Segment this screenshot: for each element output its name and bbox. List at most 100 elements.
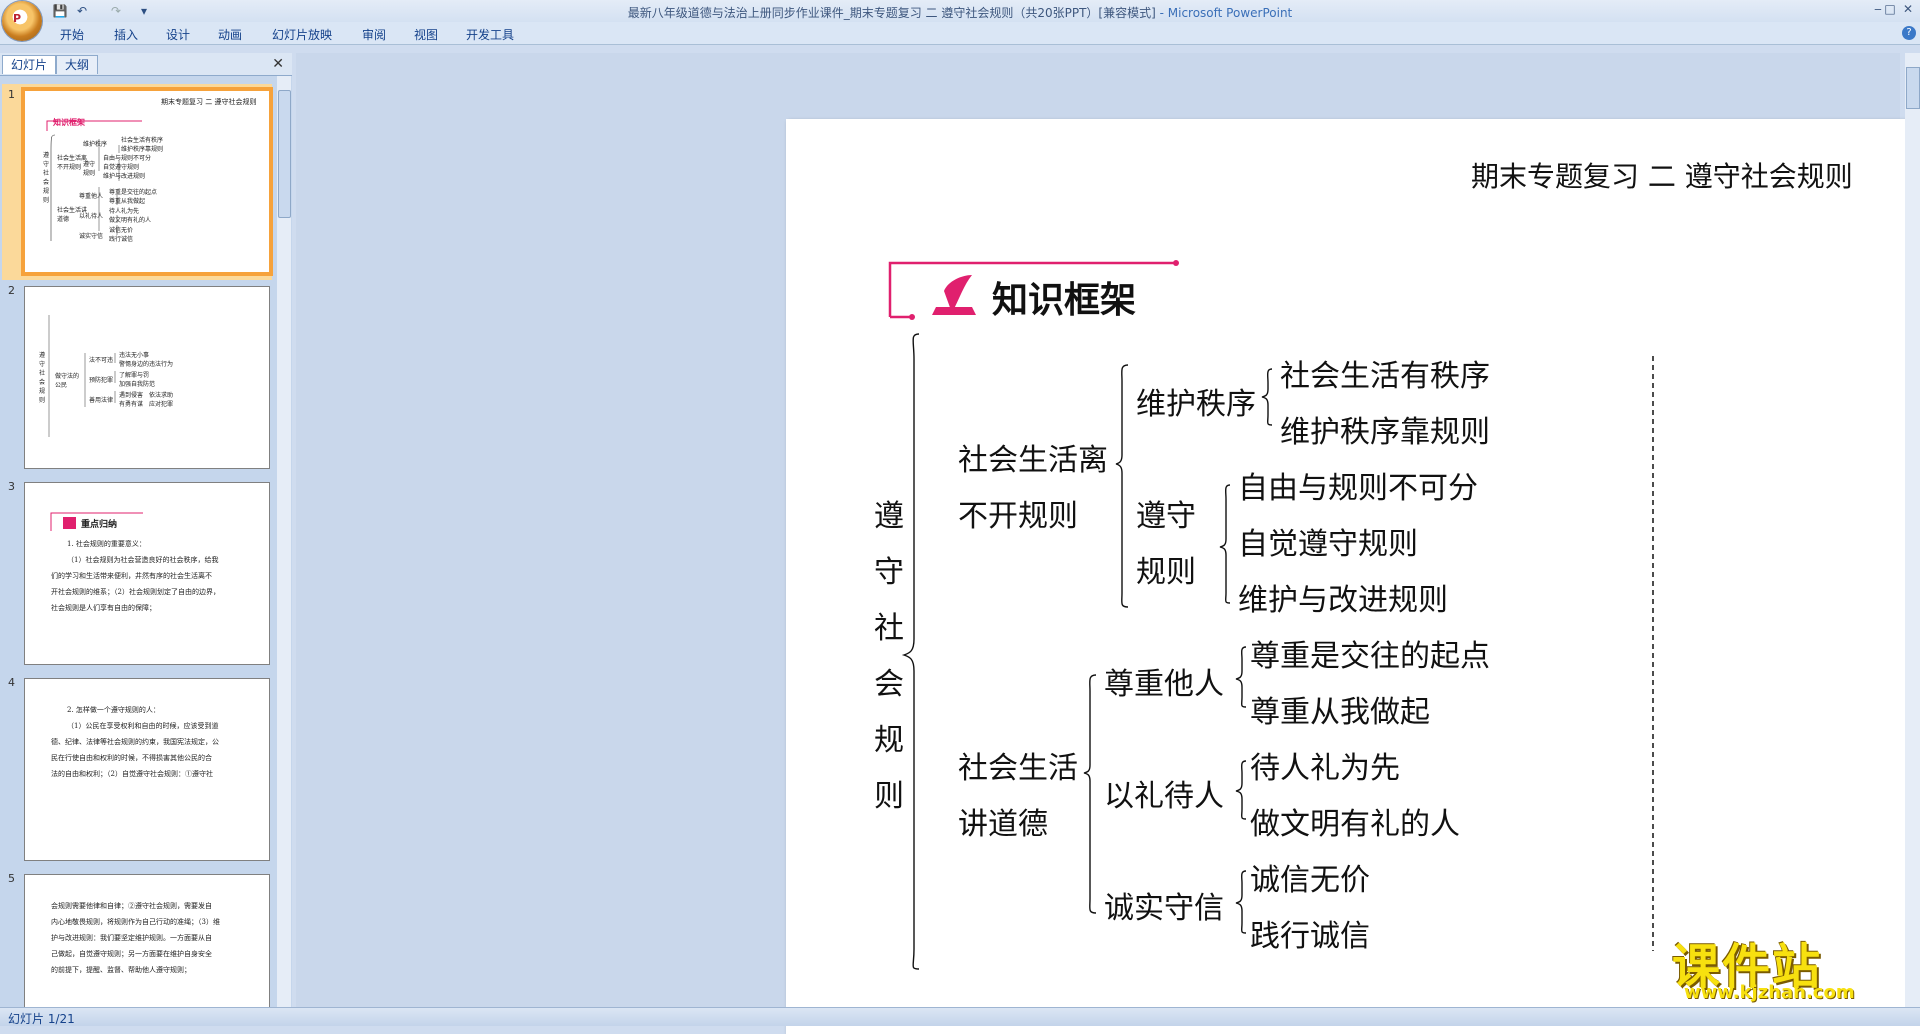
leaf: 维护秩序靠规则 (1280, 415, 1490, 450)
tab-developer[interactable]: 开发工具 (466, 26, 514, 43)
thumb-branch: 做守法的公民 (55, 373, 80, 389)
thumb-leaf: 自由与规则不可分 (103, 155, 152, 162)
leaf: 践行诚信 (1250, 919, 1370, 954)
ribbon-tabs: 开始 插入 设计 动画 幻灯片放映 审阅 视图 开发工具 ? (0, 22, 1920, 45)
thumb-leaf: 加强自我防范 (119, 381, 156, 388)
leaf: 社会生活有秩序 (1280, 359, 1490, 394)
office-button[interactable]: P (2, 1, 42, 41)
thumb-leaf: 践行诚信 (109, 236, 134, 243)
root-char: 遵 (874, 499, 904, 534)
slide-number: 2 (8, 284, 15, 297)
slide-thumbnail-1[interactable]: 期末专题复习 二 遵守社会规则 知识框架 遵守社会规则 社会生活离不开规则 维护… (24, 90, 270, 273)
slides-pane: 幻灯片 大纲 ✕ 1 期末专题复习 二 遵守社会规则 知识框架 遵守社会规则 社… (0, 53, 292, 1007)
close-icon[interactable]: ✕ (272, 56, 284, 72)
tab-view[interactable]: 视图 (414, 26, 438, 43)
thumb-leaf: 违法无小事 (119, 352, 150, 359)
thumb-line: 民在行使自由和权利的时候，不得损害其他公民的合 (51, 754, 212, 762)
leaf: 待人礼为先 (1250, 751, 1400, 786)
thumb-line: 1. 社会规则的重要意义： (67, 540, 146, 548)
root-char: 则 (874, 779, 904, 814)
thumb-leaf: 警惕身边的违法行为 (119, 361, 174, 368)
thumb-line: 会规则需要他律和自律；②遵守社会规则，需要发自 (51, 902, 212, 910)
thumb-b1a: 维护秩序 (83, 141, 108, 148)
tab-design[interactable]: 设计 (166, 26, 190, 43)
thumb-line: 德、纪律、法律等社会规则的约束，我国宪法规定，公 (51, 738, 219, 746)
root-char: 会 (874, 667, 904, 702)
tab-home[interactable]: 开始 (60, 26, 84, 43)
slide-thumbnail-2[interactable]: 遵守社会规则 做守法的公民 法不可违 违法无小事 警惕身边的违法行为 预防犯罪 … (24, 286, 270, 469)
thumb-section: 重点归纳 (81, 520, 118, 530)
thumb-leaf: 维护与改进规则 (103, 173, 146, 180)
status-bar: 幻灯片 1/21 (0, 1007, 1920, 1026)
branch1-label: 不开规则 (958, 499, 1078, 534)
branch2-sub3: 诚实守信 (1104, 891, 1224, 926)
watermark-logo: 课件站 www.kjzhan.com (1672, 927, 1904, 1005)
scrollbar-thumb[interactable] (278, 90, 291, 218)
leaf: 尊重从我做起 (1250, 695, 1430, 730)
editor-scrollbar[interactable] (1905, 53, 1920, 1007)
thumb-leaf: 了解罪与罚 (119, 372, 150, 379)
current-slide[interactable]: 期末专题复习 二 遵守社会规则 知识框架 遵 守 社 会 规 则 社会生活离 不… (786, 119, 1920, 1034)
thumbnail-scrollbar[interactable] (277, 76, 291, 1007)
close-button[interactable]: ✕ (1898, 2, 1918, 18)
slide-indicator: 幻灯片 1/21 (8, 1012, 75, 1026)
slide-thumbnail-5[interactable]: 会规则需要他律和自律；②遵守社会规则，需要发自 内心地敬畏规则，将规则作为自己行… (24, 874, 270, 1007)
thumb-leaf: 维护秩序靠规则 (121, 146, 164, 153)
scrollbar-thumb[interactable] (1906, 67, 1920, 109)
tab-slideshow[interactable]: 幻灯片放映 (272, 26, 332, 43)
thumb-line: 护与改进规则：我们要坚定维护规则。一方面要从自 (51, 934, 212, 942)
branch1-sub2: 规则 (1136, 555, 1196, 590)
slide-thumbnail-4[interactable]: 2. 怎样做一个遵守规则的人： （1）公民在享受权利和自由的时候，应该受到道 德… (24, 678, 270, 861)
watermark-url: www.kjzhan.com (1684, 982, 1855, 1003)
thumb-sub: 法不可违 (89, 357, 114, 364)
slide-thumbnail-3[interactable]: 重点归纳 1. 社会规则的重要意义： （1）社会规则为社会营造良好的社会秩序，给… (24, 482, 270, 665)
thumb-line: 内心地敬畏规则，将规则作为自己行动的准绳；（3）维 (51, 918, 220, 926)
branch1-sub2: 遵守 (1136, 499, 1196, 534)
window-title: 最新八年级道德与法治上册同步作业课件_期末专题复习 二 遵守社会规则（共20张P… (627, 6, 1293, 20)
thumb-sub: 善用法律 (89, 397, 114, 404)
thumb-leaf: 做文明有礼的人 (109, 217, 152, 224)
maximize-button[interactable]: □ (1880, 2, 1900, 18)
thumb-line: 法的自由和权利；（2）自觉遵守社会规则：①遵守社 (51, 770, 213, 778)
tab-insert[interactable]: 插入 (114, 26, 138, 43)
thumb-leaf: 尊重是交往的起点 (109, 189, 158, 196)
tab-animations[interactable]: 动画 (218, 26, 242, 43)
thumb-line: 的前提下，提醒、监督、帮助他人遵守规则； (51, 966, 191, 974)
leaf: 维护与改进规则 (1238, 583, 1448, 618)
slide-number: 5 (8, 872, 15, 885)
leaf: 自由与规则不可分 (1238, 471, 1478, 506)
branch2-sub2: 以礼待人 (1104, 779, 1224, 814)
slide-number: 3 (8, 480, 15, 493)
thumb-line: （1）社会规则为社会营造良好的社会秩序，给我 (67, 556, 219, 564)
slide-header: 期末专题复习 二 遵守社会规则 (1471, 160, 1853, 193)
root-char: 守 (874, 555, 904, 590)
thumb-leaf: 尊重从我做起 (109, 198, 146, 205)
thumb-b2c: 诚实守信 (79, 233, 104, 240)
section-title: 知识框架 (992, 280, 1137, 321)
thumb-b2a: 尊重他人 (79, 193, 104, 200)
leaf: 尊重是交往的起点 (1250, 639, 1490, 674)
pane-tabs: 幻灯片 大纲 ✕ (0, 53, 292, 76)
thumb-line: 们的学习和生活带来便利，井然有序的社会生活离不 (51, 572, 212, 580)
root-char: 规 (874, 723, 904, 758)
tab-outline[interactable]: 大纲 (56, 55, 99, 74)
branch2-sub1: 尊重他人 (1104, 667, 1224, 702)
tab-slides[interactable]: 幻灯片 (2, 55, 57, 74)
slide-number: 1 (8, 88, 15, 101)
thumb-b2b: 以礼待人 (79, 213, 104, 220)
thumbnail-list: 1 期末专题复习 二 遵守社会规则 知识框架 遵守社会规则 社会生活离不开规则 … (0, 76, 274, 1007)
leaf: 做文明有礼的人 (1250, 807, 1460, 842)
thumb-section: 知识框架 (53, 117, 85, 127)
help-icon[interactable]: ? (1902, 26, 1916, 40)
thumb-leaf: 有勇有谋 应对犯罪 (119, 401, 174, 408)
root-char: 社 (874, 611, 904, 646)
branch1-sub1: 维护秩序 (1136, 387, 1256, 422)
tab-review[interactable]: 审阅 (362, 26, 386, 43)
thumb-leaf: 自觉遵守规则 (103, 164, 140, 171)
thumb-leaf: 诚信无价 (109, 227, 134, 234)
leaf: 诚信无价 (1250, 863, 1370, 898)
thumb-leaf: 遇到侵害 依法求助 (119, 392, 174, 399)
branch2-label: 社会生活 (958, 751, 1078, 786)
branch1-label: 社会生活离 (958, 443, 1108, 478)
thumb-line: （1）公民在享受权利和自由的时候，应该受到道 (67, 722, 219, 730)
